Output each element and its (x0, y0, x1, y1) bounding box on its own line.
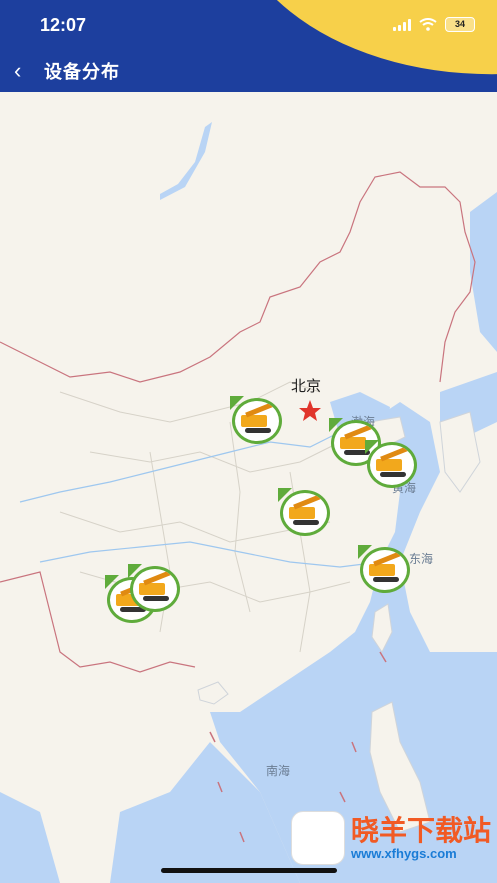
back-button[interactable]: ‹ (14, 58, 21, 84)
watermark-logo-icon (290, 811, 345, 865)
watermark: 晓羊下载站 www.xfhygs.com (290, 811, 491, 865)
page-title: 设备分布 (44, 62, 120, 82)
wifi-icon (419, 18, 437, 31)
status-time: 12:07 (40, 15, 87, 35)
marker-shanxi[interactable] (230, 396, 282, 444)
watermark-title: 晓羊下载站 (350, 814, 491, 846)
label-nanhai: 南海 (266, 764, 291, 778)
map-view[interactable]: 北京 渤海 黄海 东海 南海 (0, 92, 497, 883)
app-header: 12:07 34 ‹ 设备分布 (0, 0, 497, 92)
signal-icon (393, 18, 411, 31)
marker-shandong[interactable] (365, 440, 417, 488)
marker-guizhou-2[interactable] (128, 564, 180, 612)
watermark-url: www.xfhygs.com (350, 845, 457, 861)
label-beijing: 北京 (291, 378, 322, 395)
map-canvas (0, 92, 497, 883)
home-indicator[interactable] (161, 868, 337, 873)
battery-level: 34 (454, 19, 465, 29)
marker-zhejiang[interactable] (358, 545, 410, 593)
marker-henan[interactable] (278, 488, 330, 536)
battery-icon: 34 (445, 17, 475, 32)
status-icons: 34 (393, 17, 475, 32)
header-accent-shape (223, 0, 497, 92)
label-donghai: 东海 (409, 552, 434, 566)
